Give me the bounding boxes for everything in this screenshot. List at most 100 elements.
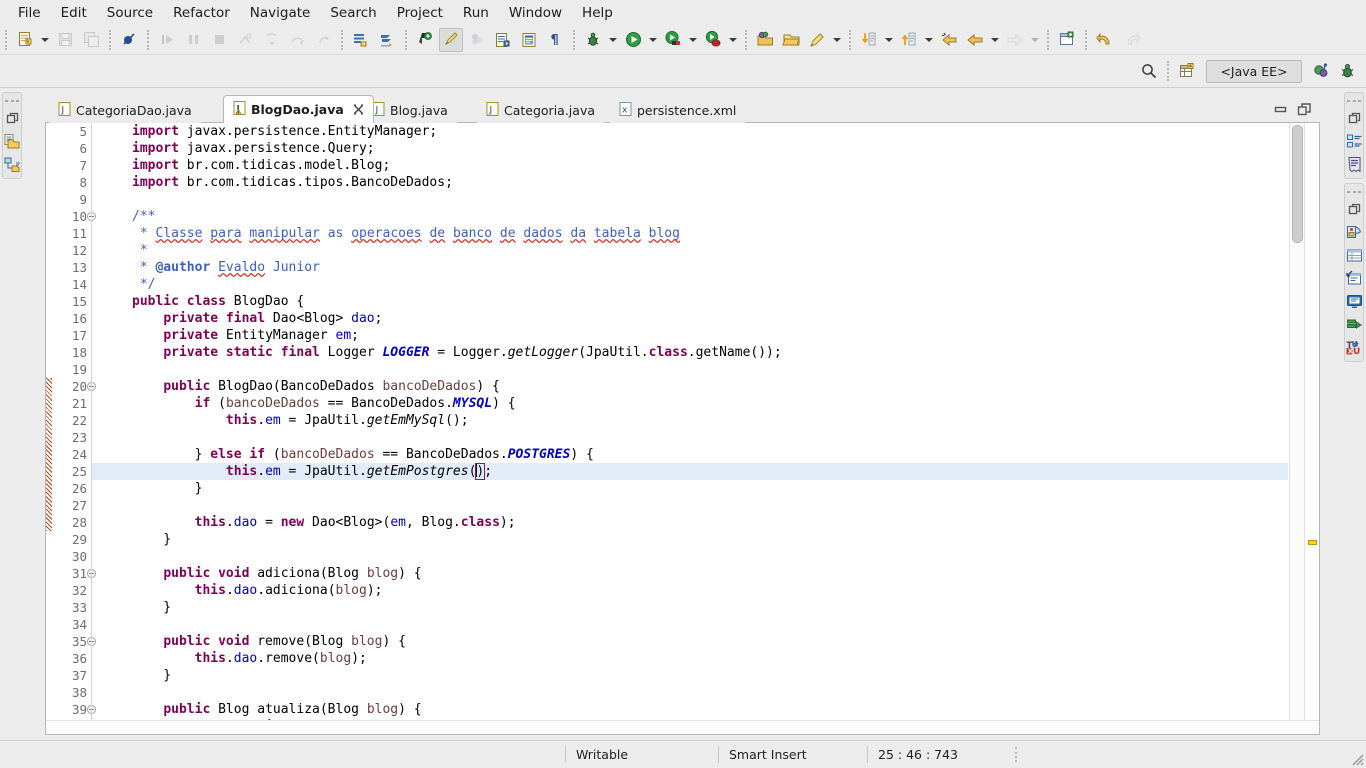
open-folder-icon[interactable] [779, 28, 803, 52]
snippets-icon[interactable] [1344, 267, 1364, 290]
markers-icon[interactable]: T U X U [1344, 336, 1364, 359]
right-fast-view-group-top [1344, 92, 1364, 179]
whitespace-icon[interactable]: ¶ [543, 28, 567, 52]
editor-tab-persistence[interactable]: x persistence.xml [610, 97, 746, 123]
toggle-breakpoint-icon[interactable] [117, 28, 141, 52]
debug-icon[interactable] [581, 28, 605, 52]
forward-dropdown-arrow [1028, 28, 1041, 52]
menu-window[interactable]: Window [499, 3, 572, 23]
web-perspective-icon[interactable] [1309, 59, 1333, 83]
console-icon[interactable] [1344, 290, 1364, 313]
undo-arrow-icon[interactable] [1093, 28, 1117, 52]
code-text-area[interactable]: import javax.persistence.EntityManager; … [92, 123, 1288, 734]
pencil-icon[interactable] [805, 28, 829, 52]
redo-arrow-icon [1119, 28, 1143, 52]
drag-grip[interactable] [5, 97, 19, 104]
project-explorer-icon[interactable] [2, 130, 22, 153]
editor-tab-blogdao[interactable]: J BlogDao.java [223, 95, 374, 123]
close-icon[interactable] [353, 104, 364, 115]
editor-area: J CategoriaDao.java J BlogDao.java J Blo… [45, 95, 1320, 735]
new-icon[interactable] [13, 28, 37, 52]
open-type-icon[interactable] [349, 28, 373, 52]
resize-grip-icon[interactable] [1348, 750, 1364, 766]
editor-tab-categoriadao[interactable]: J CategoriaDao.java [49, 97, 201, 123]
right-fast-view-group-bottom: T U X U [1344, 183, 1364, 362]
line-number: 14 [71, 277, 87, 292]
line-number: 34 [71, 617, 87, 632]
new-jsp-icon[interactable] [517, 28, 541, 52]
svg-text:J: J [375, 105, 379, 115]
drag-grip[interactable] [1347, 188, 1361, 195]
last-edit-location-icon[interactable] [937, 28, 961, 52]
outline-icon[interactable] [2, 153, 22, 176]
line-number: 38 [71, 685, 87, 700]
line-number: 20 [71, 379, 87, 394]
profile-icon[interactable] [701, 28, 725, 52]
editor-tab-label: CategoriaDao.java [76, 102, 192, 118]
pencil-dropdown-arrow[interactable] [830, 28, 843, 52]
data-source-icon[interactable] [1344, 313, 1364, 336]
line-number: 15 [71, 294, 87, 309]
warning-marker[interactable] [1308, 540, 1317, 545]
menu-run[interactable]: Run [453, 3, 499, 23]
menu-edit[interactable]: Edit [51, 3, 97, 23]
menu-help[interactable]: Help [572, 3, 623, 23]
menu-search[interactable]: Search [320, 3, 386, 23]
next-annotation-dropdown-arrow[interactable] [882, 28, 895, 52]
next-annotation-icon[interactable] [857, 28, 881, 52]
menu-refactor[interactable]: Refactor [163, 3, 240, 23]
run-icon[interactable] [621, 28, 645, 52]
overview-ruler[interactable] [1304, 123, 1319, 734]
code-editor[interactable]: 5 6 7 8 9 10 11 12 13 14 15 16 17 18 19 … [45, 123, 1320, 735]
minimize-icon[interactable] [1272, 101, 1288, 117]
menu-navigate[interactable]: Navigate [240, 3, 321, 23]
task-list-icon[interactable] [1344, 153, 1364, 176]
open-task-icon[interactable] [375, 28, 399, 52]
new-xml-icon[interactable] [491, 28, 515, 52]
search-icon[interactable] [1137, 59, 1161, 83]
new-dropdown-arrow[interactable] [38, 28, 51, 52]
mark-occurrences-icon[interactable] [439, 27, 463, 52]
profile-dropdown-arrow[interactable] [726, 28, 739, 52]
run-dropdown-arrow[interactable] [646, 28, 659, 52]
run-server-icon[interactable] [661, 28, 685, 52]
status-grip[interactable] [1015, 747, 1017, 762]
svg-text:¶: ¶ [550, 33, 558, 48]
previous-annotation-icon[interactable] [897, 28, 921, 52]
editor-tab-categoria[interactable]: J Categoria.java [477, 97, 604, 123]
run-server-dropdown-arrow[interactable] [686, 28, 699, 52]
properties-icon[interactable] [1344, 244, 1364, 267]
maximize-icon[interactable] [1296, 101, 1312, 117]
drag-grip[interactable] [1347, 97, 1361, 104]
back-dropdown-arrow[interactable] [988, 28, 1001, 52]
restore-icon[interactable] [1344, 198, 1364, 221]
svg-text:x: x [622, 105, 628, 115]
new-window-icon[interactable] [1055, 28, 1079, 52]
restore-icon[interactable] [1344, 107, 1364, 130]
servers-icon[interactable] [1344, 221, 1364, 244]
line-number: 21 [71, 396, 87, 411]
restore-icon[interactable] [2, 107, 22, 130]
back-icon[interactable] [963, 28, 987, 52]
debug-perspective-icon[interactable] [1335, 59, 1359, 83]
status-bar: Writable Smart Insert 25 : 46 : 743 [0, 740, 1366, 768]
perspective-bar: <Java EE> [0, 55, 1366, 88]
outline-view-icon[interactable] [1344, 130, 1364, 153]
vertical-scrollbar[interactable] [1289, 123, 1304, 734]
line-number: 23 [71, 430, 87, 445]
menu-file[interactable]: File [8, 3, 51, 23]
java-file-icon: J [486, 101, 499, 119]
new-java-package-icon[interactable] [413, 28, 437, 52]
previous-annotation-dropdown-arrow[interactable] [922, 28, 935, 52]
open-perspective-icon[interactable] [753, 28, 777, 52]
editor-tab-blog[interactable]: J Blog.java [363, 97, 457, 123]
perspective-java-ee[interactable]: <Java EE> [1206, 59, 1302, 83]
scrollbar-thumb[interactable] [1292, 125, 1303, 243]
horizontal-scrollbar[interactable] [46, 720, 1319, 734]
menu-source[interactable]: Source [97, 3, 163, 23]
open-perspective-button[interactable] [1175, 59, 1199, 83]
line-number: 39 [71, 702, 87, 717]
debug-dropdown-arrow[interactable] [606, 28, 619, 52]
menu-project[interactable]: Project [387, 3, 453, 23]
external-tools-icon [465, 28, 489, 52]
